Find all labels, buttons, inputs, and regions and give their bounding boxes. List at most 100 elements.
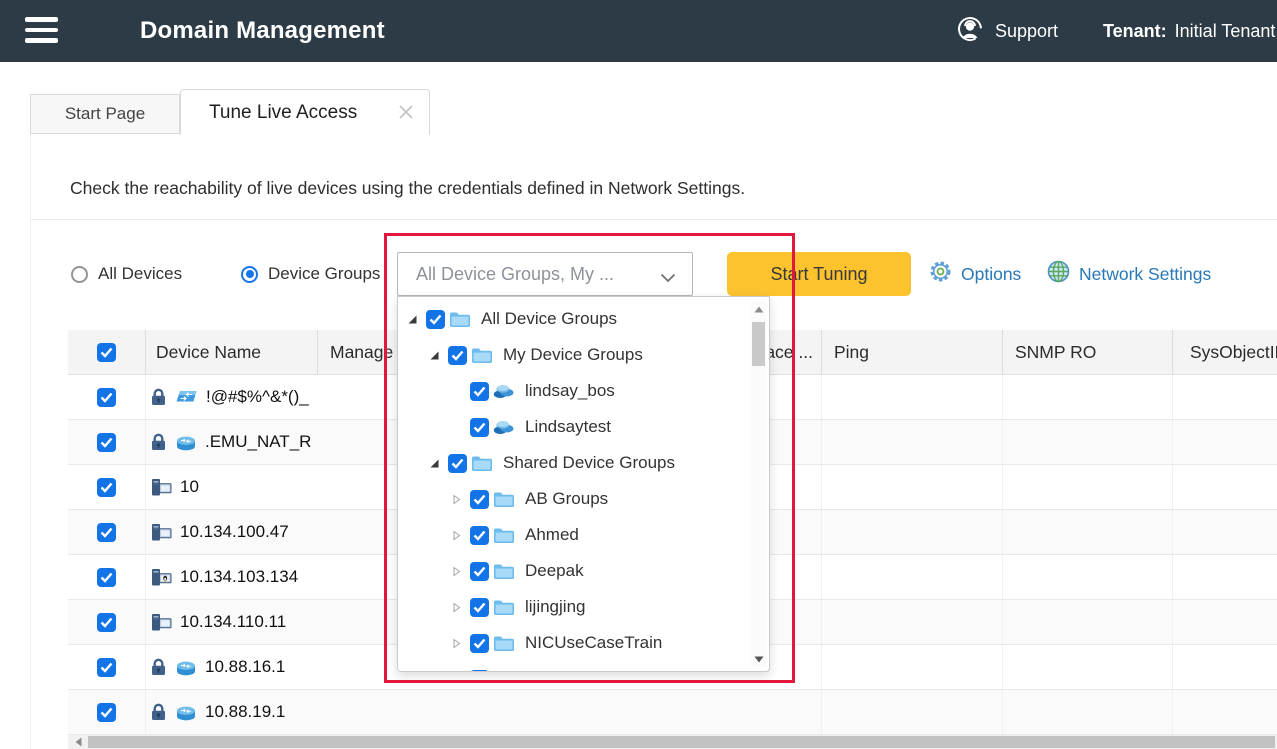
snmp-ro-cell xyxy=(1003,645,1173,689)
select-all-checkbox[interactable] xyxy=(97,343,116,362)
row-checkbox[interactable] xyxy=(97,568,116,587)
network-settings-label: Network Settings xyxy=(1079,264,1211,285)
row-checkbox[interactable] xyxy=(97,388,116,407)
device-group-icon xyxy=(493,419,515,435)
folder-icon xyxy=(493,563,515,580)
row-checkbox[interactable] xyxy=(97,478,116,497)
tree-item-checkbox[interactable] xyxy=(470,418,489,437)
device-name-header-label: Device Name xyxy=(156,342,261,363)
expand-toggle-icon[interactable] xyxy=(450,565,462,577)
row-checkbox[interactable] xyxy=(97,703,116,722)
ping-cell xyxy=(822,510,1003,554)
support-link[interactable]: Support xyxy=(955,0,1058,62)
tree-item-checkbox[interactable] xyxy=(470,634,489,653)
router-icon xyxy=(175,659,197,676)
ping-column-header[interactable]: Ping xyxy=(822,330,1003,374)
tree-item-checkbox[interactable] xyxy=(470,490,489,509)
tree-item-checkbox[interactable] xyxy=(470,526,489,545)
horizontal-scrollbar-thumb[interactable] xyxy=(88,736,1275,748)
tab-tune-live-access[interactable]: Tune Live Access xyxy=(180,89,430,135)
horizontal-scrollbar[interactable] xyxy=(68,735,1277,749)
options-button[interactable]: Options xyxy=(928,252,1021,296)
tree-item[interactable]: NICUseCaseTrain xyxy=(398,625,748,661)
divider xyxy=(30,219,1277,220)
snmp-ro-cell xyxy=(1003,375,1173,419)
tree-item[interactable]: Ahmed xyxy=(398,517,748,553)
collapse-toggle-icon[interactable] xyxy=(428,349,440,361)
scroll-up-icon[interactable] xyxy=(751,302,766,316)
collapse-toggle-icon[interactable] xyxy=(428,457,440,469)
collapse-toggle-icon[interactable] xyxy=(406,313,418,325)
expand-toggle-icon[interactable] xyxy=(450,493,462,505)
content-panel-border xyxy=(30,134,31,749)
tree-item-label: AB Groups xyxy=(525,489,608,509)
device-name: 10.134.110.11 xyxy=(180,612,286,632)
scroll-down-icon[interactable] xyxy=(751,652,766,666)
tree-item-checkbox[interactable] xyxy=(426,310,445,329)
device-name-cell: 10.88.19.1 xyxy=(146,690,822,734)
ping-cell xyxy=(822,690,1003,734)
row-checkbox[interactable] xyxy=(97,523,116,542)
network-settings-button[interactable]: Network Settings xyxy=(1046,252,1211,296)
sysobjectid-cell xyxy=(1173,510,1277,554)
tree-item[interactable]: AB Groups xyxy=(398,481,748,517)
tree-item[interactable] xyxy=(398,661,748,672)
device-groups-popup: All Device GroupsMy Device Groupslindsay… xyxy=(397,296,770,672)
device-name: .EMU_NAT_R xyxy=(205,432,311,452)
expand-toggle-icon[interactable] xyxy=(450,637,462,649)
hamburger-menu-icon[interactable] xyxy=(25,17,58,45)
expand-toggle-icon[interactable] xyxy=(450,601,462,613)
tree-item[interactable]: Lindsaytest xyxy=(398,409,748,445)
tree-item-checkbox[interactable] xyxy=(448,346,467,365)
row-checkbox[interactable] xyxy=(97,433,116,452)
sysobjectid-cell xyxy=(1173,375,1277,419)
row-checkbox[interactable] xyxy=(97,613,116,632)
sysobjectid-cell xyxy=(1173,555,1277,599)
scroll-left-icon[interactable] xyxy=(70,735,86,749)
close-icon[interactable] xyxy=(397,103,415,121)
folder-icon xyxy=(471,347,493,364)
tab-start-page[interactable]: Start Page xyxy=(30,94,180,134)
snmp-ro-cell xyxy=(1003,600,1173,644)
tree-item[interactable]: lindsay_bos xyxy=(398,373,748,409)
radio-all-devices[interactable]: All Devices xyxy=(71,252,182,296)
app-header: Domain Management Support Tenant: Initia… xyxy=(0,0,1277,62)
tree-item[interactable]: All Device Groups xyxy=(398,301,748,337)
snmp-ro-header-label: SNMP RO xyxy=(1015,342,1096,363)
device-group-icon xyxy=(493,383,515,399)
table-row[interactable]: 10.88.19.1 xyxy=(68,690,1277,735)
toggle-spacer xyxy=(450,385,462,397)
lock-icon xyxy=(150,388,167,406)
tree-item-checkbox[interactable] xyxy=(470,382,489,401)
radio-device-groups[interactable]: Device Groups xyxy=(241,252,380,296)
snmp-ro-column-header[interactable]: SNMP RO xyxy=(1003,330,1173,374)
tree-item-checkbox[interactable] xyxy=(470,562,489,581)
device-name-column-header[interactable]: Device Name xyxy=(146,330,318,374)
radio-device-groups-label: Device Groups xyxy=(268,264,380,284)
management-header-fragment: Manage xyxy=(330,342,393,363)
device-groups-dropdown[interactable]: All Device Groups, My ... xyxy=(397,252,693,296)
sysobjectid-cell xyxy=(1173,420,1277,464)
ping-cell xyxy=(822,375,1003,419)
tree-item-checkbox[interactable] xyxy=(470,670,489,673)
device-name: 10.88.19.1 xyxy=(205,702,285,722)
tree-item-checkbox[interactable] xyxy=(470,598,489,617)
tenant-value: Initial Tenant xyxy=(1175,21,1276,42)
tree-item-label: NICUseCaseTrain xyxy=(525,633,662,653)
popup-scrollbar-thumb[interactable] xyxy=(752,322,765,366)
row-checkbox[interactable] xyxy=(97,658,116,677)
sysobjectid-cell xyxy=(1173,690,1277,734)
sysobjectid-column-header[interactable]: SysObjectID xyxy=(1173,330,1277,374)
expand-toggle-icon[interactable] xyxy=(450,529,462,541)
tree-item[interactable]: Deepak xyxy=(398,553,748,589)
tree-item[interactable]: lijingjing xyxy=(398,589,748,625)
tree-item[interactable]: Shared Device Groups xyxy=(398,445,748,481)
tree-item-label: Shared Device Groups xyxy=(503,453,675,473)
radio-icon xyxy=(71,266,88,283)
start-tuning-button[interactable]: Start Tuning xyxy=(727,252,911,296)
tree-item[interactable]: My Device Groups xyxy=(398,337,748,373)
popup-vertical-scrollbar[interactable] xyxy=(751,300,766,668)
row-select-cell xyxy=(68,465,146,509)
row-select-cell xyxy=(68,645,146,689)
tree-item-checkbox[interactable] xyxy=(448,454,467,473)
